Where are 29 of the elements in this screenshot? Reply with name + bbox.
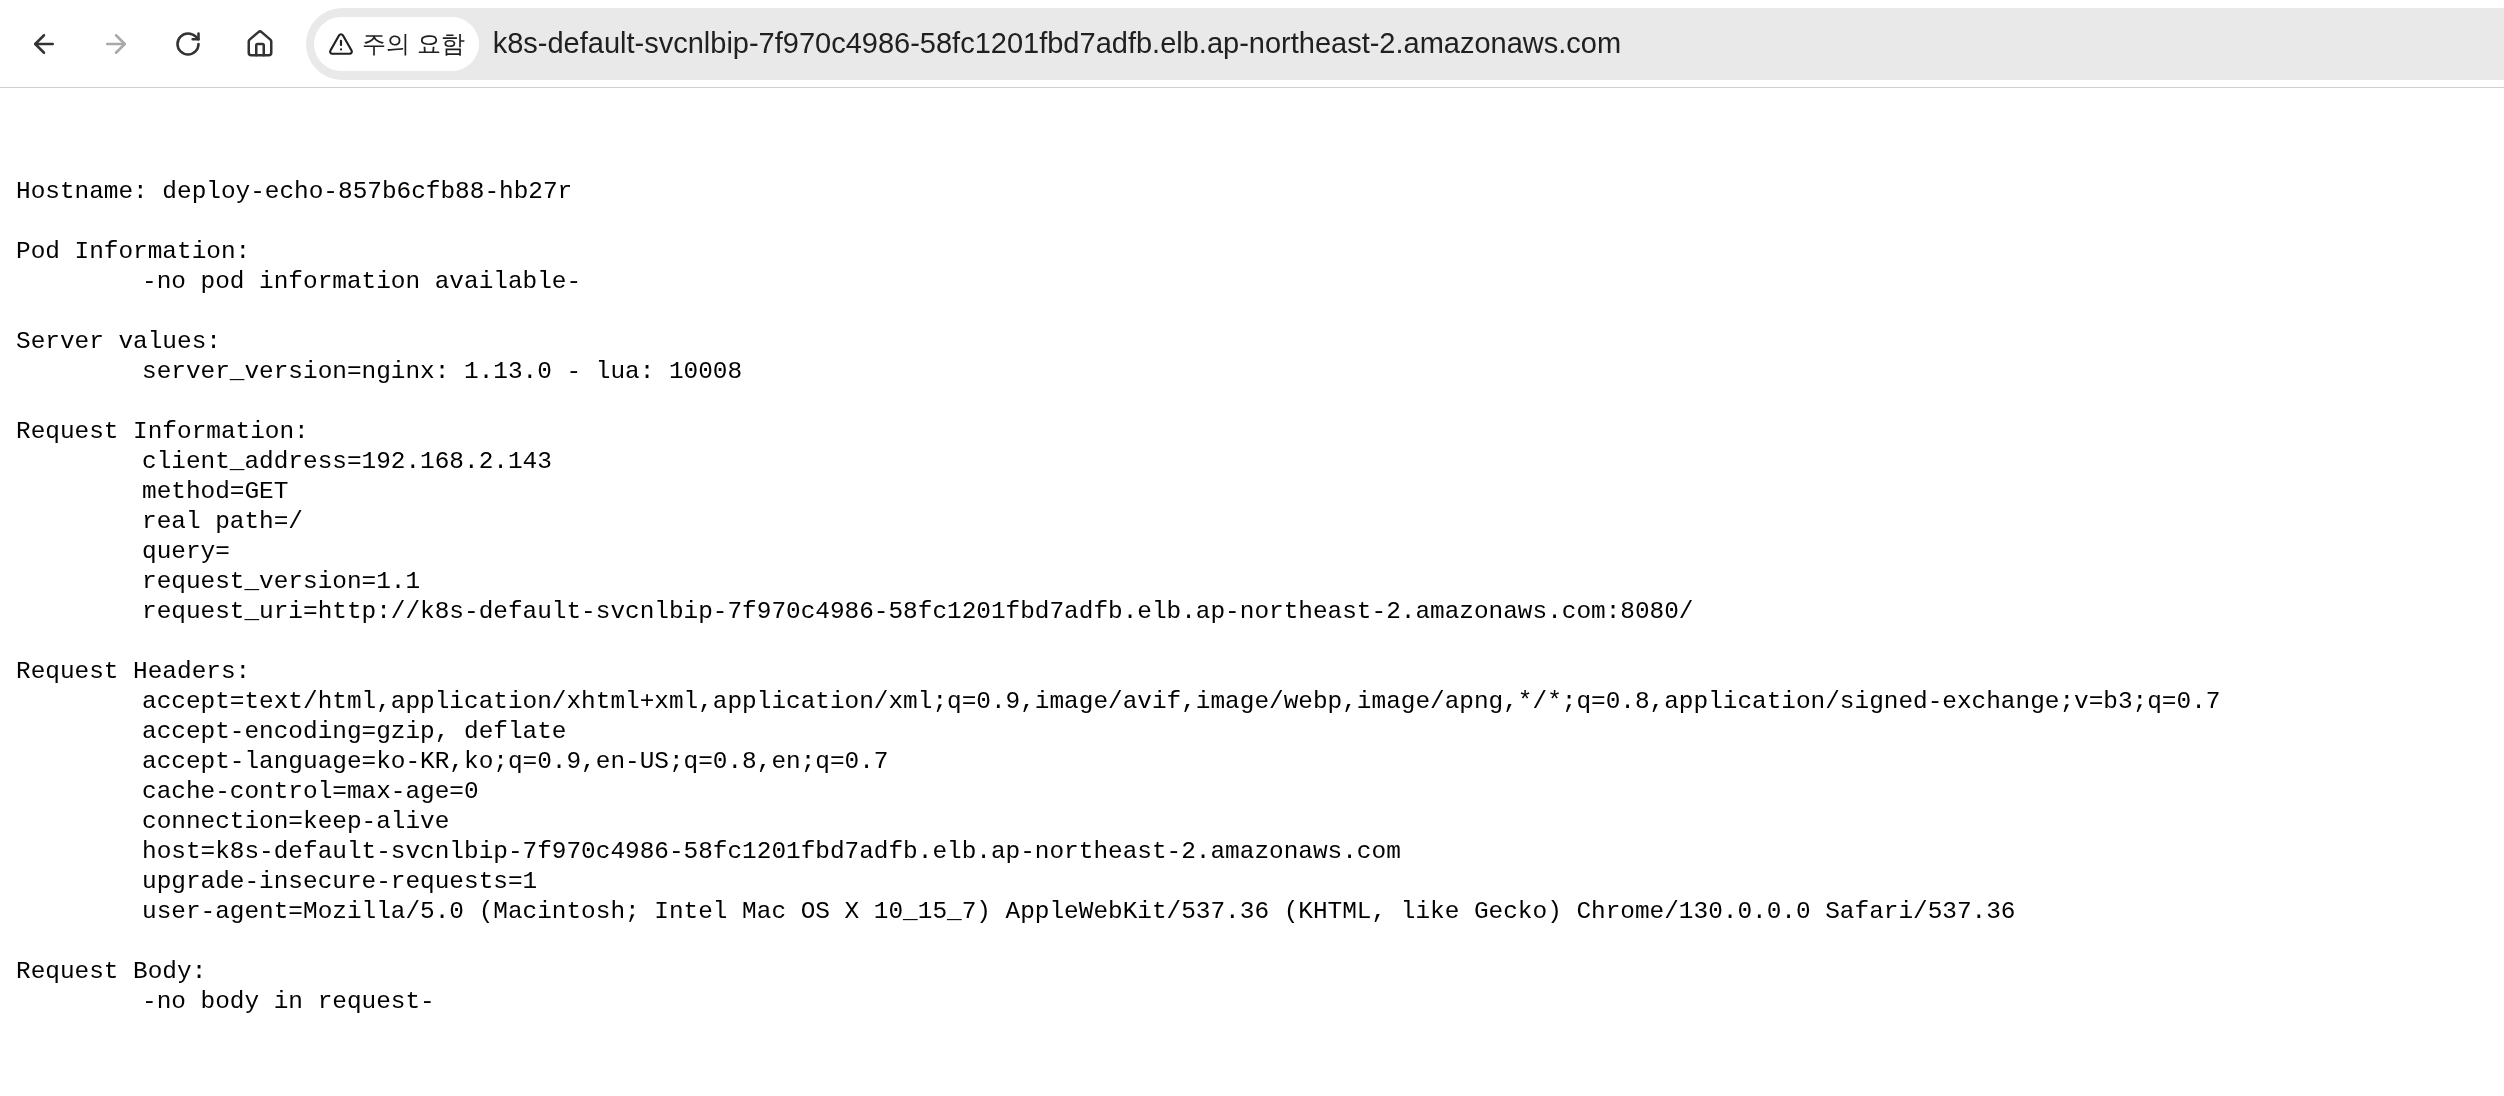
value-line: real path=/ [142, 507, 303, 537]
value-line: upgrade-insecure-requests=1 [142, 867, 538, 897]
value-line: method=GET [142, 477, 289, 507]
value-line: accept=text/html,application/xhtml+xml,application/xml;q=0.9,image/avif,image/webp,image/apng,*/*;q=0.8,application/signed-exchange;v=b3;q=0.7 [142, 687, 2221, 717]
section-heading: Request Headers: [16, 657, 251, 687]
section-heading: Request Body: [16, 957, 207, 987]
home-icon [245, 28, 275, 59]
value-line: host=k8s-default-svcnlbip-7f970c4986-58fc1201fbd7adfb.elb.ap-northeast-2.amazonaws.com [142, 837, 1401, 867]
section-heading: Request Information: [16, 417, 309, 447]
value-line: request_uri=http://k8s-default-svcnlbip-7f970c4986-58fc1201fbd7adfb.elb.ap-northeast-2.amazonaws.com:8080/ [142, 597, 1694, 627]
value-line: -no body in request- [142, 987, 435, 1017]
section-heading: Pod Information: [16, 237, 251, 267]
value-line: connection=keep-alive [142, 807, 450, 837]
value-line: server_version=nginx: 1.13.0 - lua: 10008 [142, 357, 743, 387]
hostname-line: Hostname: deploy-echo-857b6cfb88-hb27r [16, 177, 573, 207]
value-line: accept-encoding=gzip, deflate [142, 717, 567, 747]
value-line: cache-control=max-age=0 [142, 777, 479, 807]
value-line: -no pod information available- [142, 267, 582, 297]
security-chip[interactable]: 주의 요함 [314, 16, 479, 71]
reload-icon [174, 29, 202, 58]
url-text: k8s-default-svcnlbip-7f970c4986-58fc1201fbd7adfb.elb.ap-northeast-2.amazonaws.com [492, 25, 1622, 61]
value-line: accept-language=ko-KR,ko;q=0.9,en-US;q=0.8,en;q=0.7 [142, 747, 889, 777]
section-heading: Server values: [16, 327, 221, 357]
address-bar[interactable]: 주의 요함 k8s-default-svcnlbip-7f970c4986-58fc1201fbd7adfb.elb.ap-northeast-2.amazonaws.com [306, 7, 2504, 80]
value-line: request_version=1.1 [142, 567, 421, 597]
value-line: client_address=192.168.2.143 [142, 447, 552, 477]
value-line: query= [142, 537, 230, 567]
value-line: user-agent=Mozilla/5.0 (Macintosh; Intel Mac OS X 10_15_7) AppleWebKit/537.36 (KHTML, like Gecko) Chrome/130.0.0.0 Safari/537.36 [142, 897, 2016, 927]
warning-icon [328, 30, 354, 57]
